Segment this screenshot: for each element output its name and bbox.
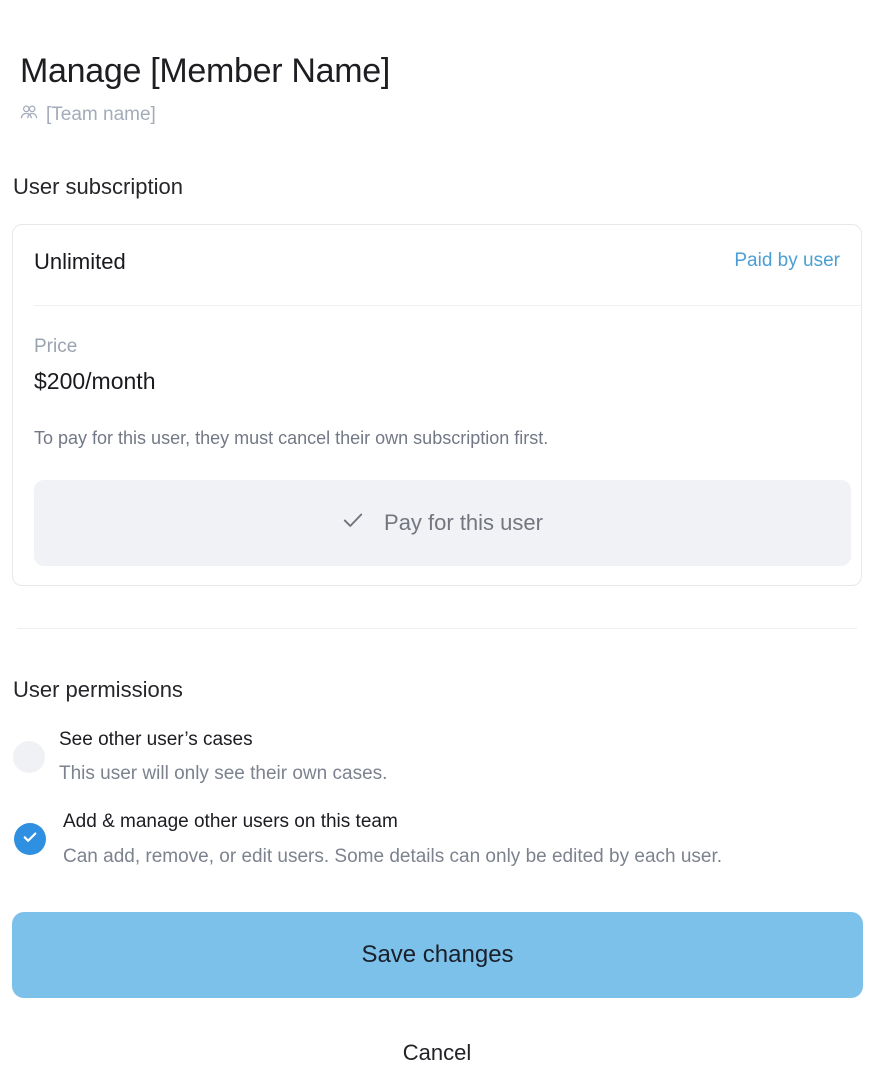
- permission-description: This user will only see their own cases.: [59, 763, 388, 784]
- price-label: Price: [34, 336, 78, 357]
- team-name-row: [Team name]: [20, 102, 156, 128]
- paid-by-link[interactable]: Paid by user: [734, 250, 840, 272]
- pay-for-user-button[interactable]: Pay for this user: [34, 480, 851, 566]
- see-cases-checkbox[interactable]: [13, 741, 45, 773]
- subscription-section-label: User subscription: [13, 174, 183, 199]
- users-icon: [20, 103, 38, 127]
- checkmark-icon: [21, 828, 39, 851]
- payment-notice: To pay for this user, they must cancel t…: [34, 428, 549, 448]
- permission-title: See other user’s cases: [59, 729, 253, 750]
- permission-title: Add & manage other users on this team: [63, 811, 398, 832]
- manage-users-checkbox[interactable]: [14, 823, 46, 855]
- section-divider: [17, 628, 857, 629]
- price-value: $200/month: [34, 368, 156, 394]
- check-icon: [342, 509, 364, 537]
- plan-name: Unlimited: [34, 249, 126, 274]
- cancel-button[interactable]: Cancel: [0, 1040, 874, 1066]
- subscription-card: Unlimited Paid by user Price $200/month …: [12, 224, 862, 586]
- page-title: Manage [Member Name]: [20, 52, 391, 90]
- team-name: [Team name]: [46, 104, 156, 125]
- permissions-section-label: User permissions: [13, 677, 183, 702]
- pay-for-user-label: Pay for this user: [384, 510, 543, 535]
- save-changes-button[interactable]: Save changes: [12, 912, 863, 998]
- permission-description: Can add, remove, or edit users. Some det…: [63, 846, 723, 867]
- card-divider: [34, 305, 861, 306]
